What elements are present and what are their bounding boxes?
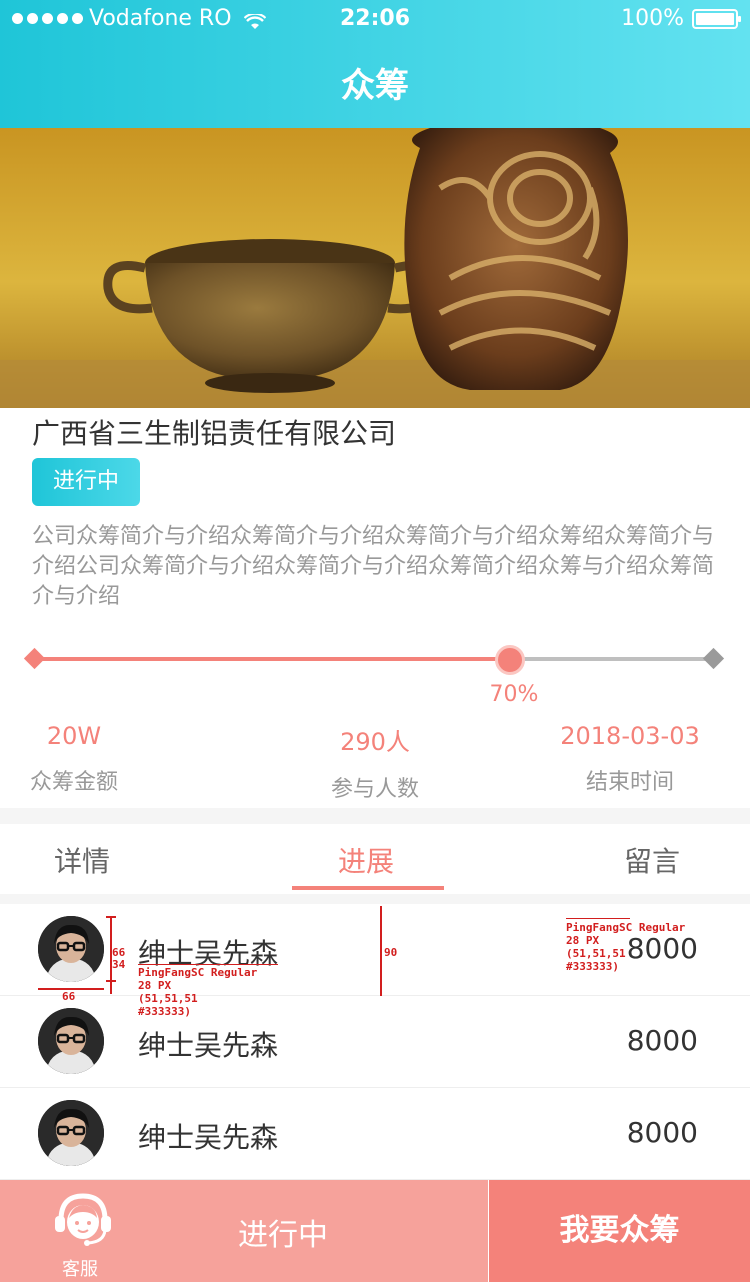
- ongoing-status-label: 进行中: [238, 1218, 328, 1253]
- active-tab-indicator: [292, 886, 444, 890]
- project-banner-image: [0, 128, 750, 408]
- tab-comments[interactable]: 留言: [624, 840, 680, 880]
- stat-label: 结束时间: [585, 770, 674, 795]
- progress-track: [34, 657, 714, 661]
- stat-value: 20W: [46, 722, 102, 750]
- spec-marker-line: [566, 918, 630, 919]
- bottom-action-bar: 客服 进行中 我要众筹: [0, 1180, 750, 1282]
- spec-row-height: 90: [384, 946, 398, 959]
- avatar: [38, 916, 104, 982]
- spec-avatar-gap: 34: [112, 958, 126, 971]
- tab-bar: 详情 进展 留言: [0, 824, 750, 894]
- page-title: 众筹: [341, 66, 409, 106]
- progress-percent: 70%: [489, 682, 539, 707]
- project-description: 公司众筹简介与介绍众筹简介与介绍众筹简介与介绍众筹绍众筹简介与介绍公司众筹简介与…: [32, 524, 715, 609]
- battery-percent: 100%: [621, 6, 684, 31]
- spec-marker-line: [106, 980, 116, 982]
- stat-value: 2018-03-03: [560, 722, 700, 750]
- status-panel: 客服 进行中: [0, 1180, 488, 1282]
- status-bar: Vodafone RO 22:06 100%: [0, 0, 750, 40]
- spec-name-font: PingFangSC Regular 28 PX (51,51,51 #3333…: [138, 966, 258, 1018]
- spec-marker-line: [106, 916, 116, 918]
- customer-service-label[interactable]: 客服: [62, 1255, 98, 1281]
- stat-value: 290人: [340, 728, 410, 756]
- progress-start-marker: [23, 647, 46, 670]
- list-item[interactable]: 绅士吴先森 8000: [0, 1088, 750, 1180]
- avatar: [38, 1008, 104, 1074]
- list-item[interactable]: 绅士吴先森 8000: [0, 996, 750, 1088]
- company-name: 广西省三生制铝责任有限公司: [32, 417, 397, 450]
- stats-row: 20W 众筹金额 290人 参与人数 2018-03-03 结束时间: [0, 722, 750, 802]
- header: Vodafone RO 22:06 100% 众筹: [0, 0, 750, 128]
- section-divider: [0, 808, 750, 824]
- funding-progress: 70%: [23, 640, 725, 710]
- stat-end-date: 2018-03-03 结束时间: [540, 722, 720, 796]
- progress-knob: [495, 645, 525, 675]
- backer-amount: 8000: [626, 1116, 698, 1149]
- stat-participants: 290人 参与人数: [315, 722, 435, 803]
- spec-amount-font: PingFangSC Regular 28 PX (51,51,51 #3333…: [566, 921, 686, 973]
- battery-area: 100%: [621, 6, 741, 31]
- stat-amount: 20W 众筹金额: [24, 722, 124, 796]
- stat-label: 众筹金额: [29, 770, 118, 795]
- avatar: [38, 1100, 104, 1166]
- status-badge: 进行中: [32, 458, 140, 506]
- battery-icon: [692, 8, 741, 29]
- backer-name: 绅士吴先森: [138, 1121, 279, 1154]
- progress-end-marker: [702, 647, 725, 670]
- tab-details[interactable]: 详情: [54, 840, 110, 880]
- customer-service-icon[interactable]: [52, 1188, 114, 1248]
- backer-name: 绅士吴先森: [138, 1029, 279, 1062]
- section-divider: [0, 894, 750, 904]
- spec-marker-line: [380, 906, 382, 996]
- spec-marker-line: [138, 964, 278, 965]
- progress-fill: [34, 657, 510, 661]
- join-crowdfunding-button[interactable]: 我要众筹: [488, 1180, 750, 1282]
- stat-label: 参与人数: [330, 777, 419, 802]
- backer-amount: 8000: [626, 1024, 698, 1057]
- spec-avatar-width: 66: [62, 990, 76, 1003]
- tab-progress[interactable]: 进展: [338, 840, 394, 880]
